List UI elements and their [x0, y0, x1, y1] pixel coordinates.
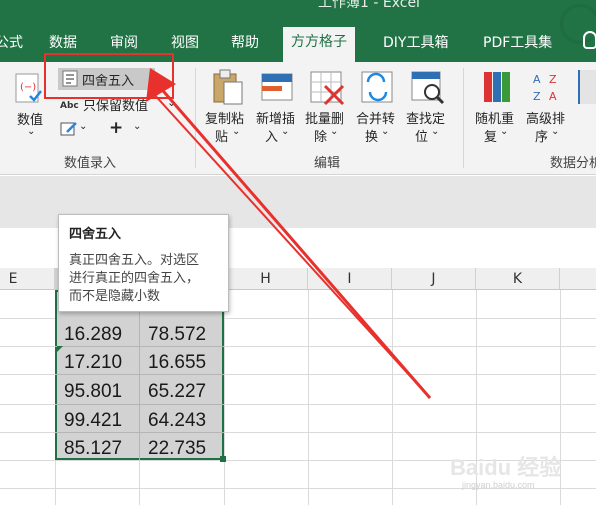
- group-label-edit: 编辑: [314, 156, 341, 171]
- svg-text:A: A: [549, 90, 557, 103]
- selection-divider: [55, 374, 224, 375]
- find-chevron-icon[interactable]: ⌄: [431, 126, 439, 137]
- sort-label[interactable]: 高级排: [526, 108, 565, 127]
- plus-icon[interactable]: +: [109, 118, 123, 138]
- group-label-numeric: 数值录入: [64, 156, 117, 171]
- insert-label-2[interactable]: 入: [265, 126, 278, 145]
- more-tool-icon[interactable]: [578, 70, 596, 104]
- edit-chevron-icon[interactable]: ⌄: [79, 121, 87, 132]
- find-label-2[interactable]: 位: [415, 126, 428, 145]
- cell-value[interactable]: 95.801: [64, 381, 122, 403]
- column-header-h[interactable]: H: [224, 268, 308, 290]
- find-locate-icon[interactable]: [410, 70, 446, 110]
- random-label[interactable]: 随机重: [475, 108, 514, 127]
- cell-value[interactable]: 64.243: [148, 410, 206, 432]
- selection-divider: [55, 404, 224, 405]
- svg-text:A: A: [533, 73, 541, 86]
- paste-chevron-icon[interactable]: ⌄: [232, 126, 240, 137]
- group-separator-2: [463, 68, 464, 168]
- annotation-highlight-box: [44, 53, 174, 99]
- watermark-logo: Baidu 经验 jingyan.baidu.com: [450, 450, 590, 500]
- cell-value[interactable]: 65.227: [148, 381, 206, 403]
- column-header-e[interactable]: E: [0, 268, 55, 290]
- window-title: 工作簿1 - Excel: [318, 0, 420, 11]
- cell-value[interactable]: 16.289: [64, 324, 122, 346]
- insert-chevron-icon[interactable]: ⌄: [281, 126, 289, 137]
- tab-view[interactable]: 视图: [171, 28, 199, 62]
- column-header-j[interactable]: J: [392, 268, 476, 290]
- selection-divider: [55, 432, 224, 433]
- merge-chevron-icon[interactable]: ⌄: [381, 126, 389, 137]
- svg-text:Z: Z: [549, 73, 557, 86]
- paste-icon[interactable]: [210, 68, 244, 110]
- random-chevron-icon[interactable]: ⌄: [500, 126, 508, 137]
- batch-delete-label-2[interactable]: 除: [314, 126, 327, 145]
- batch-delete-chevron-icon[interactable]: ⌄: [330, 126, 338, 137]
- merge-label[interactable]: 合并转: [356, 108, 395, 127]
- copy-paste-label-2[interactable]: 贴: [215, 126, 228, 145]
- tooltip-line: 而不是隐藏小数: [69, 289, 161, 304]
- tooltip-line: 进行真正的四舍五入，: [69, 271, 200, 286]
- batch-delete-label[interactable]: 批量删: [305, 108, 344, 127]
- lightbulb-icon[interactable]: [583, 31, 596, 49]
- group-label-data-analysis: 数据分析: [550, 156, 596, 171]
- abc-icon: Abc: [60, 101, 79, 111]
- tab-help[interactable]: 帮助: [231, 28, 259, 62]
- cell-value[interactable]: 16.655: [148, 352, 206, 374]
- column-header-i[interactable]: I: [308, 268, 392, 290]
- gridline: [308, 290, 309, 505]
- tab-formulas[interactable]: 公式: [0, 28, 23, 62]
- error-indicator-icon: [57, 346, 63, 352]
- fill-handle[interactable]: [220, 456, 226, 462]
- sort-label-2[interactable]: 序: [535, 126, 548, 145]
- insert-rows-icon[interactable]: [260, 70, 294, 108]
- cell-value[interactable]: 17.210: [64, 352, 122, 374]
- svg-text:(−): (−): [20, 82, 36, 93]
- value-format-icon[interactable]: (−): [14, 72, 42, 110]
- svg-text:Z: Z: [533, 90, 541, 103]
- find-label[interactable]: 查找定: [406, 108, 445, 127]
- cell-value[interactable]: 85.127: [64, 438, 122, 460]
- random-label-2[interactable]: 复: [484, 126, 497, 145]
- selection-divider: [139, 290, 140, 460]
- merge-convert-icon[interactable]: [360, 70, 394, 108]
- selection-divider: [55, 346, 224, 347]
- copy-paste-label[interactable]: 复制粘: [205, 108, 244, 127]
- tab-fangfanggezi[interactable]: 方方格子: [283, 27, 355, 62]
- chevron-down-icon[interactable]: ⌄: [27, 126, 35, 137]
- tooltip-line: 真正四舍五入。对选区: [69, 253, 200, 268]
- cell-value[interactable]: 99.421: [64, 410, 122, 432]
- group-separator: [195, 68, 196, 168]
- merge-label-2[interactable]: 换: [365, 126, 378, 145]
- random-repeat-icon[interactable]: [482, 70, 512, 108]
- edit-icon[interactable]: [60, 121, 80, 141]
- tooltip: 四舍五入 真正四舍五入。对选区 进行真正的四舍五入， 而不是隐藏小数: [58, 214, 229, 312]
- tab-pdf-tools[interactable]: PDF工具集: [483, 28, 552, 62]
- watermark-text: Baidu 经验: [450, 455, 562, 480]
- plus-chevron-icon[interactable]: ⌄: [133, 121, 141, 132]
- column-header-l[interactable]: [560, 268, 596, 290]
- insert-label[interactable]: 新增插: [256, 108, 295, 127]
- gridline: [392, 290, 393, 505]
- gridline: [224, 290, 225, 505]
- tab-diy-toolbox[interactable]: DIY工具箱: [383, 28, 448, 62]
- batch-delete-icon[interactable]: [309, 70, 347, 110]
- watermark-sub: jingyan.baidu.com: [462, 480, 535, 490]
- sort-az-icon[interactable]: A Z Z A: [531, 70, 565, 108]
- cell-value[interactable]: 78.572: [148, 324, 206, 346]
- column-header-k[interactable]: K: [476, 268, 560, 290]
- cell-value[interactable]: 22.735: [148, 438, 206, 460]
- tooltip-title: 四舍五入: [69, 227, 122, 242]
- sort-chevron-icon[interactable]: ⌄: [551, 126, 559, 137]
